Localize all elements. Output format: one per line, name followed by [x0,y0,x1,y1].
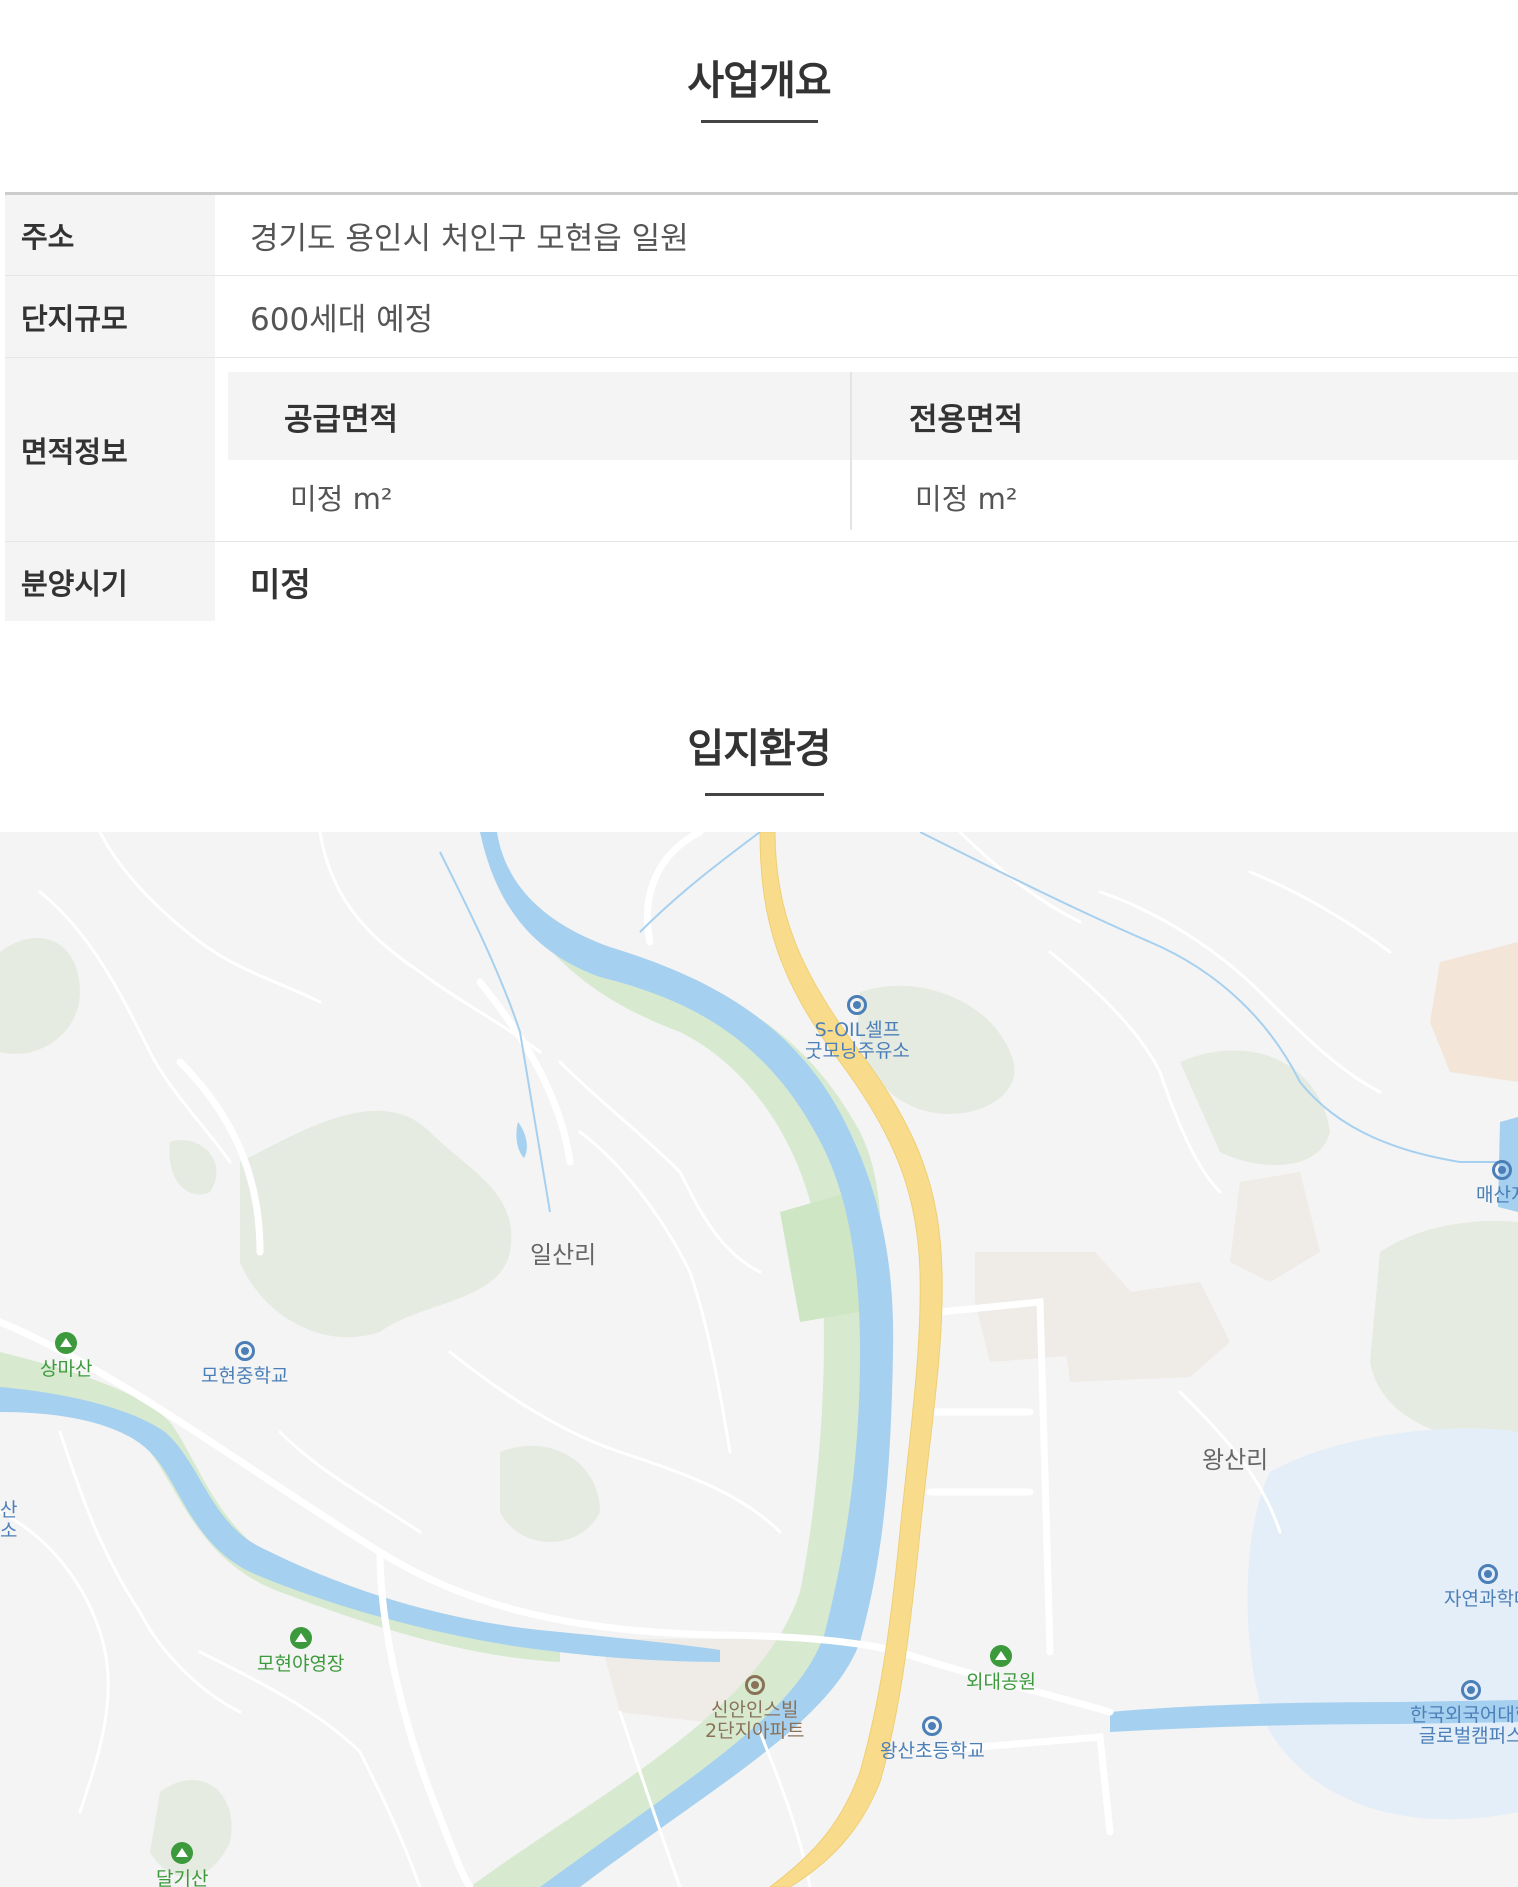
sale-row: 분양시기 미정 [5,542,1518,621]
poi-cutoff-left: 산 소 [0,1500,17,1542]
mohyeon-middle-name: 모현중학교 [201,1365,289,1387]
gas-station-name-2: 굿모닝주유소 [805,1040,910,1062]
campground-icon [289,1627,312,1649]
poi-dalgisan[interactable]: 달기산 [156,1842,208,1887]
park-icon [989,1645,1012,1667]
apartment-icon [744,1675,765,1695]
hufs-name-2: 글로벌캠퍼스 [1418,1725,1518,1747]
poi-maesan[interactable]: 매산지 [1476,1160,1518,1206]
sale-cell: 미정 [215,542,1518,621]
sangmasan-name: 상마산 [40,1358,93,1380]
supply-area-value: 미정 m² [290,482,393,516]
label-ilsanri: 일산리 [530,1241,597,1269]
area-subtable-header [228,372,1518,460]
campus-area [1247,1428,1518,1820]
cutoff-name-2: 소 [0,1520,18,1542]
cutoff-name-1: 산 [0,1499,18,1521]
poi-hufs[interactable]: 한국외국어대학 글로벌캠퍼스 [1410,1680,1518,1747]
poi-mohyeon-middle-school[interactable]: 모현중학교 [201,1341,288,1387]
area-divider [850,372,852,530]
apartment-name-1: 신안인스빌 [711,1699,799,1721]
oedae-park-name: 외대공원 [966,1671,1036,1693]
address-label: 주소 [5,195,215,275]
area-subtable: 공급면적 전용면적 미정 m² 미정 m² [228,372,1518,530]
overview-title: 사업개요 [687,58,831,104]
poi-science-college[interactable]: 자연과학대 [1444,1564,1518,1610]
address-value: 경기도 용인시 처인구 모현읍 일원 [250,220,689,257]
university-icon [1461,1680,1482,1700]
mountain-icon [55,1332,78,1354]
sale-value: 미정 [250,564,311,604]
campground-name: 모현야영장 [257,1653,345,1675]
wangsan-elem-name: 왕산초등학교 [880,1740,985,1762]
supply-area-label: 공급면적 [284,401,399,438]
scale-value: 600세대 예정 [250,302,434,338]
poi-oedae-park[interactable]: 외대공원 [966,1645,1036,1693]
poi-sangmasan[interactable]: 상마산 [40,1332,92,1380]
poi-campground[interactable]: 모현야영장 [257,1627,344,1675]
location-map[interactable]: 일산리 왕산리 S-OIL셀프 굿모닝주유소 매산지 상마산 모현중학교 산 소… [0,832,1518,1887]
science-college-name: 자연과학대 [1444,1588,1518,1610]
location-title: 입지환경 [687,726,831,772]
poi-gas-station[interactable]: S-OIL셀프 굿모닝주유소 [805,995,910,1062]
maesan-name: 매산지 [1476,1184,1518,1206]
overview-title-underline [701,120,818,123]
address-row: 주소 경기도 용인시 처인구 모현읍 일원 [5,195,1518,276]
gas-station-icon [847,995,868,1015]
exclusive-area-value: 미정 m² [915,482,1018,516]
school-icon [922,1716,943,1736]
sale-label: 분양시기 [5,542,215,621]
overview-table: 주소 경기도 용인시 처인구 모현읍 일원 단지규모 600세대 예정 면적정보… [5,192,1518,621]
reservoir-icon [1492,1160,1513,1180]
poi-apartment[interactable]: 신안인스빌 2단지아파트 [705,1675,805,1742]
apartment-name-2: 2단지아파트 [705,1720,805,1742]
location-title-underline [705,793,824,796]
area-cell: 공급면적 전용면적 미정 m² 미정 m² [215,358,1518,541]
dalgisan-name: 달기산 [156,1868,209,1887]
mountain-icon [171,1842,194,1864]
scale-row: 단지규모 600세대 예정 [5,276,1518,358]
exclusive-area-label: 전용면적 [909,401,1024,438]
gas-station-name-1: S-OIL셀프 [814,1019,901,1041]
hufs-name-1: 한국외국어대학 [1410,1704,1518,1726]
scale-label: 단지규모 [5,276,215,357]
school-icon [234,1341,255,1361]
label-wangsanri: 왕산리 [1202,1446,1269,1474]
college-icon [1477,1564,1498,1584]
poi-wangsan-elementary[interactable]: 왕산초등학교 [880,1716,985,1762]
area-row: 면적정보 공급면적 전용면적 미정 m² 미정 m² [5,358,1518,542]
area-label: 면적정보 [5,358,215,541]
